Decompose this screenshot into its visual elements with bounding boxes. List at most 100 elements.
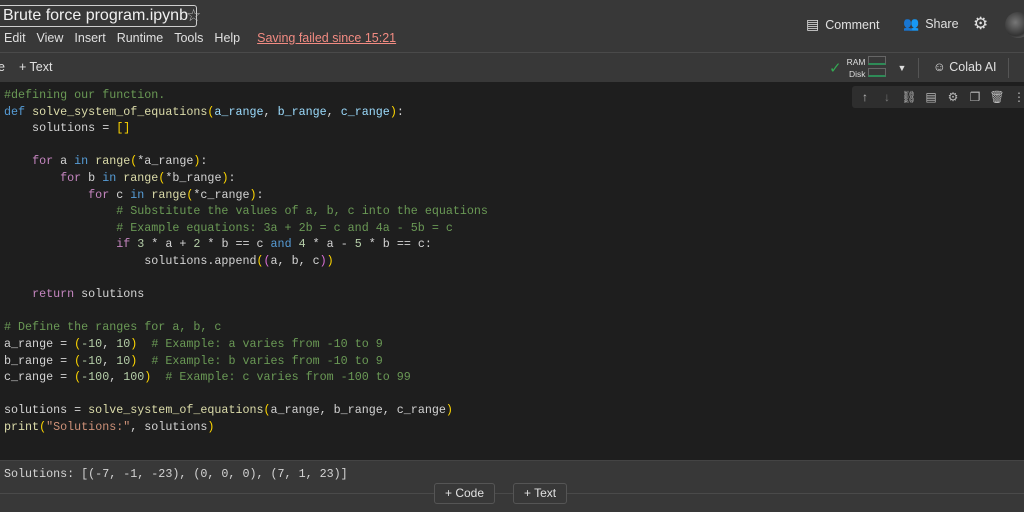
code-token: #defining our function.: [4, 88, 166, 102]
code-editor[interactable]: #defining our function. def solve_system_…: [4, 87, 488, 435]
comment-icon[interactable]: ▤: [922, 90, 940, 104]
code-token: 4: [298, 237, 306, 252]
code-token: for: [88, 187, 110, 202]
code-token: , solutions: [130, 419, 208, 434]
move-up-icon[interactable]: ↑: [856, 90, 874, 104]
code-line: # Define the ranges for a, b, c: [4, 319, 488, 336]
code-token: c: [109, 187, 131, 202]
code-token: ,: [326, 104, 341, 119]
code-token: -10: [81, 336, 103, 351]
menu-edit[interactable]: Edit: [4, 31, 26, 45]
code-token: in: [102, 170, 117, 185]
cell-output: Solutions: [(-7, -1, -23), (0, 0, 0), (7…: [4, 467, 348, 481]
code-line: # Substitute the values of a, b, c into …: [4, 203, 488, 220]
share-label: Share: [925, 17, 959, 31]
code-token: []: [116, 121, 131, 136]
code-token: c_range: [340, 104, 390, 119]
check-icon: ✓: [829, 59, 842, 77]
resources-indicator[interactable]: ✓ RAM Disk ▼: [829, 56, 906, 79]
divider: [1008, 58, 1009, 78]
code-token: a_range, b_range, c_range: [270, 403, 446, 418]
code-token: range: [95, 154, 131, 169]
add-code-button[interactable]: e: [0, 60, 5, 74]
code-line: for c in range(*c_range):: [4, 187, 488, 204]
code-token: c_range =: [4, 370, 75, 385]
code-token: a, b, c: [270, 253, 320, 268]
code-line: solutions.append((a, b, c)): [4, 253, 488, 270]
code-token: solve_system_of_equations: [32, 104, 208, 119]
code-token: # Example: a varies from -10 to 9: [151, 336, 383, 351]
code-token: * b == c: [200, 237, 271, 252]
code-token: a_range =: [4, 336, 75, 351]
code-token: * a +: [144, 237, 194, 252]
code-token: for: [32, 154, 54, 169]
add-code-cell-button[interactable]: + Code: [434, 483, 496, 504]
code-token: ): [319, 253, 327, 268]
code-token: ,: [109, 370, 124, 385]
code-token: solutions =: [4, 403, 89, 418]
mirror-cell-icon[interactable]: ❐: [966, 90, 984, 104]
code-line: #defining our function.: [4, 87, 488, 104]
code-token: a_range: [214, 104, 264, 119]
star-icon[interactable]: ☆: [186, 6, 201, 26]
code-token: solve_system_of_equations: [88, 403, 264, 418]
code-line: def solve_system_of_equations(a_range, b…: [4, 104, 488, 121]
delete-icon[interactable]: 🗑: [988, 90, 1006, 104]
gear-icon[interactable]: ⚙: [944, 90, 962, 104]
ram-bar: [868, 56, 887, 65]
dropdown-icon[interactable]: ▼: [897, 63, 906, 73]
link-icon[interactable]: ⛓: [900, 90, 918, 104]
colab-ai-button[interactable]: ☺ Colab AI: [933, 60, 997, 74]
menu-tools[interactable]: Tools: [174, 31, 203, 45]
code-line: c_range = (-100, 100) # Example: c varie…: [4, 369, 488, 386]
code-token: *b_range: [165, 170, 222, 185]
code-token: b_range: [277, 104, 327, 119]
disk-bar: [868, 68, 887, 77]
code-token: ,: [263, 104, 278, 119]
people-icon: 👥: [903, 16, 920, 31]
menu-view[interactable]: View: [37, 31, 64, 45]
menu-help[interactable]: Help: [214, 31, 240, 45]
more-icon[interactable]: ⋮: [1010, 90, 1024, 104]
cell-toolbar: ↑ ↓ ⛓ ▤ ⚙ ❐ 🗑 ⋮: [852, 86, 1024, 108]
code-token: range: [151, 187, 187, 202]
code-token: a: [53, 154, 75, 169]
code-line: # Example equations: 3a + 2b = c and 4a …: [4, 220, 488, 237]
code-token: ): [249, 187, 257, 202]
comment-button[interactable]: ▤ Comment: [806, 16, 879, 33]
code-token: def: [4, 104, 26, 119]
code-token: ): [389, 104, 397, 119]
notebook-title-input[interactable]: Brute force program.ipynb: [0, 5, 197, 27]
code-token: 10: [116, 353, 131, 368]
code-token: :: [200, 154, 208, 169]
code-line: if 3 * a + 2 * b == c and 4 * a - 5 * b …: [4, 236, 488, 253]
menu-insert[interactable]: Insert: [74, 31, 105, 45]
add-text-cell-button[interactable]: + Text: [513, 483, 568, 504]
add-text-button[interactable]: + Text: [19, 60, 52, 74]
code-token: * b == c:: [361, 237, 432, 252]
code-line: for a in range(*a_range):: [4, 153, 488, 170]
code-token: and: [270, 237, 292, 252]
avatar[interactable]: [1005, 12, 1024, 38]
gear-icon[interactable]: ⚙: [973, 14, 988, 34]
share-button[interactable]: 👥 Share: [903, 16, 959, 32]
code-token: ,: [102, 336, 117, 351]
code-token: ): [207, 419, 215, 434]
code-token: (: [256, 253, 264, 268]
menu-runtime[interactable]: Runtime: [117, 31, 164, 45]
menu-bar: Edit View Insert Runtime Tools Help Savi…: [4, 31, 396, 45]
code-token: -100: [81, 370, 110, 385]
move-down-icon[interactable]: ↓: [878, 90, 896, 104]
saving-status-link[interactable]: Saving failed since 15:21: [257, 31, 396, 45]
